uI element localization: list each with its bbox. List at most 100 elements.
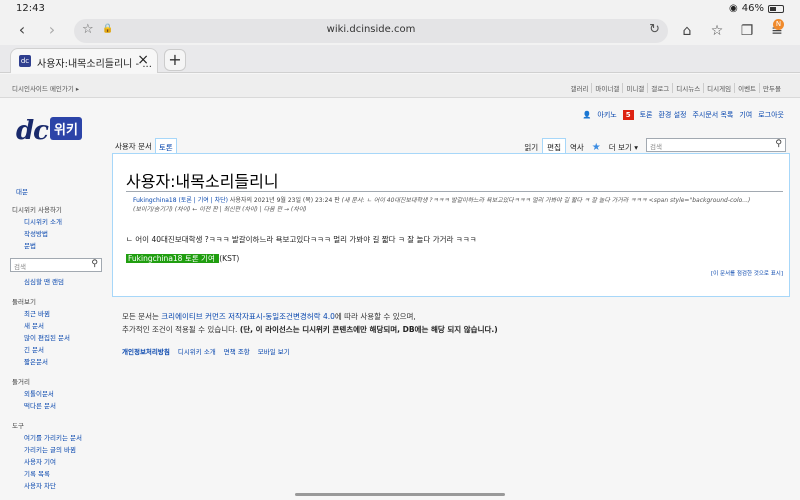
search-icon[interactable]: ⚲ [775, 139, 782, 149]
sidebar-search-placeholder: 검색 [14, 263, 26, 271]
preferences-link[interactable]: 환경 설정 [658, 110, 686, 120]
footer-line1-prefix: 모든 문서는 [122, 312, 162, 321]
logout-link[interactable]: 로그아웃 [758, 110, 784, 120]
rev-date: 사용자의 2021년 9월 23일 (목) 23:24 판 [229, 197, 340, 204]
sig-talk-link[interactable]: 토론 [185, 254, 199, 263]
sidebar-item-syntax[interactable]: 문법 [10, 240, 104, 252]
sidebar-item-short[interactable]: 짧은문서 [10, 356, 104, 368]
revision-info: Fukingchina18 (토론 | 기여 | 차단) 사용자의 2021년 … [133, 196, 773, 214]
home-icon[interactable]: ⌂ [677, 21, 697, 41]
clock: 12:43 [16, 3, 45, 14]
wiki-page: dc 위키 👤 아키노 5 토론 환경 설정 주시문서 목록 기여 로그아웃 사용… [0, 98, 800, 500]
sidebar-item-related-changes[interactable]: 가리키는 글의 바뀜 [10, 444, 104, 456]
new-tab-button[interactable]: + [164, 49, 186, 71]
sidebar-item-most-edited[interactable]: 많이 편집된 문서 [10, 332, 104, 344]
notification-badge: N [773, 19, 784, 30]
sig-user-link[interactable]: Fukingchina18 [128, 254, 182, 263]
search-placeholder: 검색 [650, 143, 662, 151]
dc-topbar: 디시인사이드 메인가기 ▸ 갤러리 마이너갤 미니갤 갤로그 디시뉴스 디시게임… [0, 74, 800, 98]
watch-star-icon[interactable]: ★ [588, 142, 605, 153]
footer-line1-suffix: 에 따라 사용할 수 있으며, [334, 312, 416, 321]
sidebar-item-user-contribs[interactable]: 사용자 기여 [10, 456, 104, 468]
signature: Fukingchina18 토론 기여 (KST) [126, 253, 239, 264]
title-divider [126, 191, 783, 192]
footer-line2-bold: (단, 이 라이선스는 디시위키 콘텐츠에만 해당되며, DB에는 해당 되지 … [239, 325, 498, 334]
home-indicator[interactable] [295, 493, 505, 496]
sidebar-item-block-user[interactable]: 사용자 차단 [10, 480, 104, 492]
footer-line2-prefix: 추가적인 조건이 적용될 수 있습니다. [122, 325, 240, 334]
user-talk-link[interactable]: 토론 [640, 110, 653, 120]
wifi-icon: ◉ [729, 3, 738, 14]
dc-main-link[interactable]: 디시인사이드 메인가기 ▸ [12, 83, 79, 93]
watchlist-link[interactable]: 주시문서 목록 [692, 110, 733, 120]
alert-badge[interactable]: 5 [622, 110, 634, 120]
license-link[interactable]: 크리에이티브 커먼즈 저작자표시-동일조건변경허락 4.0 [161, 312, 335, 321]
footer-link-disclaimer[interactable]: 면책 조항 [224, 346, 250, 356]
dc-link-gallog[interactable]: 갤로그 [647, 83, 672, 93]
sig-timezone: (KST) [219, 254, 240, 263]
sidebar-item-new[interactable]: 새 문서 [10, 320, 104, 332]
dc-link-game[interactable]: 디시게임 [703, 83, 734, 93]
back-icon[interactable]: ‹ [12, 20, 32, 40]
close-tab-icon[interactable]: × [137, 52, 149, 68]
page-title: 사용자:내목소리들리니 [126, 172, 279, 191]
sidebar-item-orphan[interactable]: 외톨이문서 [10, 388, 104, 400]
rev-user-link[interactable]: Fukingchina18 [133, 197, 177, 204]
dcwiki-logo[interactable]: dc 위키 [16, 116, 82, 146]
sidebar-item-other[interactable]: 떡다른 문서 [10, 400, 104, 412]
dc-link-news[interactable]: 디시뉴스 [672, 83, 703, 93]
browser-tab[interactable]: dc 사용자:내목소리들리니 - ... × [10, 48, 158, 73]
sidebar-search-input[interactable]: 검색 ⚲ [10, 258, 102, 272]
dc-link-event[interactable]: 이벤트 [734, 83, 759, 93]
battery-icon [768, 4, 784, 13]
sidebar-item-whatlinkshere[interactable]: 여기를 가리키는 문서 [10, 432, 104, 444]
sidebar-heading-browse: 둘러보기 [12, 298, 36, 306]
footer-link-about[interactable]: 디시위키 소개 [178, 346, 216, 356]
search-input[interactable]: 검색 ⚲ [646, 138, 786, 152]
sidebar-item-main[interactable]: 대문 [10, 186, 104, 196]
page-body: ㄴ 어이 40대진보대학생 ?ㅋㅋㅋ 발갈이하느라 욕보고있다ㅋㅋㅋ 멀리 가봐… [126, 235, 477, 244]
user-link[interactable]: 아키노 [597, 110, 616, 120]
forward-icon[interactable]: › [42, 20, 62, 40]
dc-service-links: 갤러리 마이너갤 미니갤 갤로그 디시뉴스 디시게임 이벤트 만두몰 [567, 83, 784, 93]
search-icon[interactable]: ⚲ [91, 259, 98, 269]
sidebar-item-howto[interactable]: 작성방법 [10, 228, 104, 240]
sidebar-heading-misc: 둘거리 [12, 378, 30, 386]
url-text: wiki.dcinside.com [326, 24, 416, 35]
tab-title: 사용자:내목소리들리니 - ... [37, 59, 152, 70]
logo-wiki-text: 위키 [50, 117, 82, 140]
battery-percent: 46% [741, 3, 764, 14]
rev-user-links[interactable]: (토론 | 기여 | 차단) [178, 197, 227, 204]
sig-contrib-link[interactable]: 기여 [201, 254, 215, 263]
sidebar-item-logs[interactable]: 기록 목록 [10, 468, 104, 480]
sidebar-item-long[interactable]: 긴 문서 [10, 344, 104, 356]
user-nav: 👤 아키노 5 토론 환경 설정 주시문서 목록 기여 로그아웃 [583, 110, 784, 120]
dc-link-minor[interactable]: 마이너갤 [591, 83, 622, 93]
footer-link-mobile[interactable]: 모바일 보기 [258, 346, 290, 356]
user-icon: 👤 [582, 111, 592, 119]
status-bar: 12:43 ◉ 46% [0, 0, 800, 17]
status-icons: ◉ 46% [729, 3, 784, 14]
favicon-icon: dc [19, 55, 31, 67]
sidebar-heading-use: 디시위키 사용하기 [12, 206, 62, 214]
sidebar-item-about[interactable]: 디시위키 소개 [10, 216, 104, 228]
address-bar[interactable]: ☆ 🔒 wiki.dcinside.com ↻ [74, 19, 668, 43]
sidebar-item-recent[interactable]: 최근 바뀜 [10, 308, 104, 320]
dc-link-mall[interactable]: 만두몰 [759, 83, 784, 93]
browser-toolbar: ‹ › ☆ 🔒 wiki.dcinside.com ↻ ⌂ ☆ ❐ ≡ [0, 17, 800, 45]
tab-strip: dc 사용자:내목소리들리니 - ... × + [0, 45, 800, 73]
footer-link-privacy[interactable]: 개인정보처리방침 [122, 346, 170, 356]
tabs-icon[interactable]: ❐ [737, 21, 757, 41]
footer-license: 모든 문서는 크리에이티브 커먼즈 저작자표시-동일조건변경허락 4.0에 따라… [122, 310, 782, 336]
reload-icon[interactable]: ↻ [649, 22, 660, 37]
mark-patrolled-link[interactable]: [이 문서를 점검한 것으로 표시] [711, 269, 783, 277]
bookmarks-icon[interactable]: ☆ [707, 21, 727, 41]
signature-highlight: Fukingchina18 토론 기여 [126, 254, 220, 263]
dc-link-gallery[interactable]: 갤러리 [567, 83, 591, 93]
dc-link-mini[interactable]: 미니갤 [622, 83, 647, 93]
footer-links: 개인정보처리방침 디시위키 소개 면책 조항 모바일 보기 [122, 346, 290, 356]
sidebar-item-random[interactable]: 심심할 땐 랜덤 [10, 276, 104, 288]
contributions-link[interactable]: 기여 [739, 110, 752, 120]
content-area: 사용자:내목소리들리니 Fukingchina18 (토론 | 기여 | 차단)… [112, 153, 790, 297]
sidebar: 대문 디시위키 사용하기 디시위키 소개 작성방법 문법 검색 ⚲ 심심할 땐 … [10, 186, 104, 492]
